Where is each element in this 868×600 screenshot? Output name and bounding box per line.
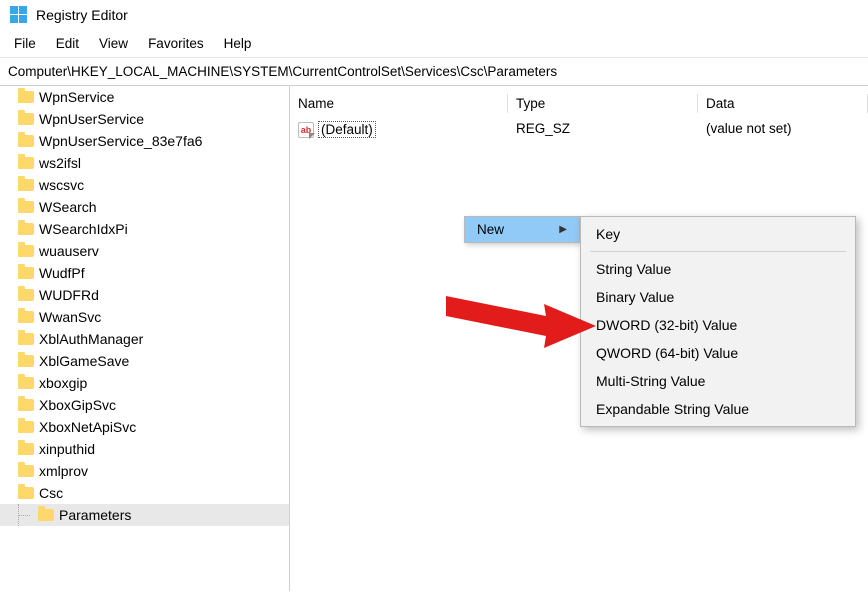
tree-pane[interactable]: WpnService WpnUserService WpnUserService…: [0, 86, 290, 591]
value-type: REG_SZ: [508, 119, 698, 140]
tree-item[interactable]: XblGameSave: [0, 350, 289, 372]
menu-separator: [590, 251, 846, 252]
submenu-item-binary[interactable]: Binary Value: [584, 283, 852, 311]
folder-icon: [38, 509, 54, 521]
tree-item[interactable]: WpnUserService_83e7fa6: [0, 130, 289, 152]
folder-icon: [18, 465, 34, 477]
folder-icon: [18, 355, 34, 367]
tree-item[interactable]: XblAuthManager: [0, 328, 289, 350]
value-data: (value not set): [698, 119, 868, 140]
menubar: File Edit View Favorites Help: [0, 30, 868, 58]
folder-icon: [18, 421, 34, 433]
menu-help[interactable]: Help: [216, 32, 260, 55]
folder-icon: [18, 113, 34, 125]
context-item-new[interactable]: New ▶: [465, 217, 579, 242]
tree-item[interactable]: xmlprov: [0, 460, 289, 482]
folder-icon: [18, 179, 34, 191]
value-name: (Default): [318, 121, 376, 138]
submenu-item-string[interactable]: String Value: [584, 255, 852, 283]
folder-icon: [18, 487, 34, 499]
folder-icon: [18, 443, 34, 455]
context-submenu-new: Key String Value Binary Value DWORD (32-…: [580, 216, 856, 427]
submenu-item-dword[interactable]: DWORD (32-bit) Value: [584, 311, 852, 339]
folder-icon: [18, 91, 34, 103]
tree-item[interactable]: ws2ifsl: [0, 152, 289, 174]
address-bar[interactable]: Computer\HKEY_LOCAL_MACHINE\SYSTEM\Curre…: [0, 58, 868, 86]
titlebar: Registry Editor: [0, 0, 868, 30]
tree-item[interactable]: wuauserv: [0, 240, 289, 262]
tree-item[interactable]: WpnService: [0, 86, 289, 108]
chevron-right-icon: ▶: [559, 224, 567, 235]
folder-icon: [18, 223, 34, 235]
folder-icon: [18, 201, 34, 213]
tree-item[interactable]: WUDFRd: [0, 284, 289, 306]
menu-favorites[interactable]: Favorites: [140, 32, 212, 55]
window-title: Registry Editor: [36, 7, 128, 23]
folder-icon: [18, 289, 34, 301]
menu-edit[interactable]: Edit: [48, 32, 87, 55]
folder-icon: [18, 267, 34, 279]
reg-string-icon: ab: [298, 122, 314, 138]
folder-icon: [18, 157, 34, 169]
tree-item[interactable]: WSearchIdxPi: [0, 218, 289, 240]
tree-item[interactable]: wscsvc: [0, 174, 289, 196]
folder-icon: [18, 245, 34, 257]
address-path: Computer\HKEY_LOCAL_MACHINE\SYSTEM\Curre…: [8, 64, 557, 79]
submenu-item-multistring[interactable]: Multi-String Value: [584, 367, 852, 395]
submenu-item-key[interactable]: Key: [584, 220, 852, 248]
tree-item[interactable]: WwanSvc: [0, 306, 289, 328]
col-header-data[interactable]: Data: [698, 94, 868, 113]
folder-icon: [18, 377, 34, 389]
folder-icon: [18, 399, 34, 411]
tree-item[interactable]: xinputhid: [0, 438, 289, 460]
folder-icon: [18, 333, 34, 345]
submenu-item-qword[interactable]: QWORD (64-bit) Value: [584, 339, 852, 367]
tree-item[interactable]: WSearch: [0, 196, 289, 218]
tree-item[interactable]: Csc: [0, 482, 289, 504]
folder-icon: [18, 311, 34, 323]
context-menu: New ▶: [464, 216, 580, 243]
col-header-type[interactable]: Type: [508, 94, 698, 113]
submenu-item-expandstring[interactable]: Expandable String Value: [584, 395, 852, 423]
tree-item-selected[interactable]: Parameters: [0, 504, 289, 526]
tree-item[interactable]: WpnUserService: [0, 108, 289, 130]
menu-view[interactable]: View: [91, 32, 136, 55]
folder-icon: [18, 135, 34, 147]
tree-item[interactable]: WudfPf: [0, 262, 289, 284]
list-header: Name Type Data: [290, 90, 868, 117]
tree-item[interactable]: xboxgip: [0, 372, 289, 394]
list-row[interactable]: ab (Default) REG_SZ (value not set): [290, 117, 868, 142]
menu-file[interactable]: File: [6, 32, 44, 55]
tree-item[interactable]: XboxNetApiSvc: [0, 416, 289, 438]
regedit-icon: [10, 6, 28, 24]
col-header-name[interactable]: Name: [290, 94, 508, 113]
tree-item[interactable]: XboxGipSvc: [0, 394, 289, 416]
